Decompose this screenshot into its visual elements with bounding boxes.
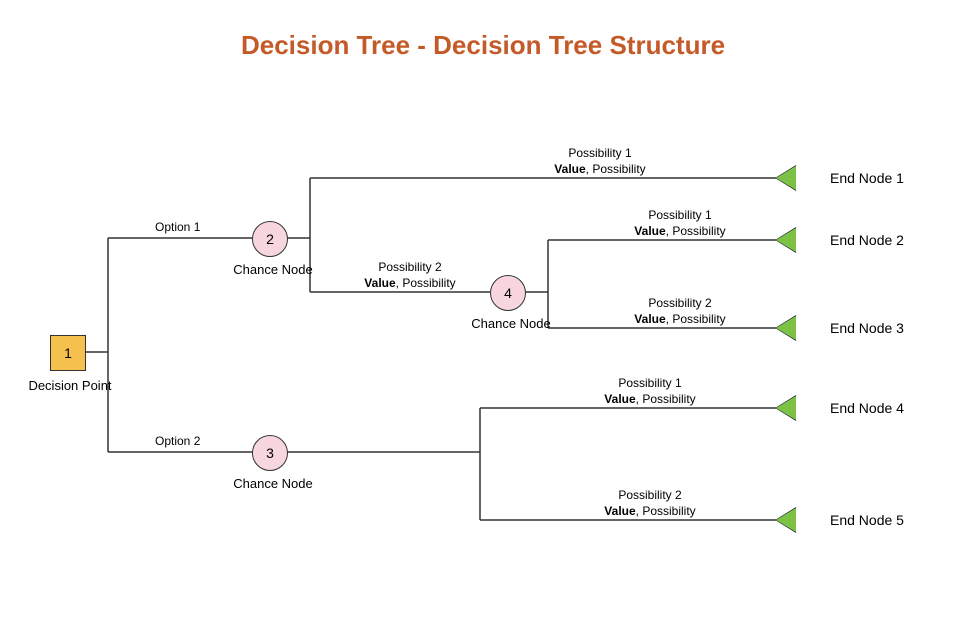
branch-n3-poss2: Possibility 2 Value, Possibility — [580, 488, 720, 519]
decision-node-label: Decision Point — [25, 378, 115, 393]
end-triangle-2 — [776, 228, 796, 252]
decision-node: 1 — [50, 335, 86, 371]
branch-n4-poss1: Possibility 1 Value, Possibility — [610, 208, 750, 239]
end-node-1-label: End Node 1 — [830, 170, 904, 186]
chance-node-2: 2 — [252, 221, 288, 257]
chance-node-3: 3 — [252, 435, 288, 471]
connector-lines — [0, 0, 966, 620]
chance-node-2-id: 2 — [266, 231, 274, 247]
end-triangle-1 — [776, 166, 796, 190]
end-triangle-5 — [776, 508, 796, 532]
option1-label: Option 1 — [155, 220, 200, 236]
chance-node-4-label: Chance Node — [466, 316, 556, 331]
branch-n3-poss1: Possibility 1 Value, Possibility — [580, 376, 720, 407]
option2-label: Option 2 — [155, 434, 200, 450]
branch-n2-poss2: Possibility 2 Value, Possibility — [340, 260, 480, 291]
branch-n2-poss1: Possibility 1 Value, Possibility — [530, 146, 670, 177]
end-node-2-label: End Node 2 — [830, 232, 904, 248]
branch-n4-poss2: Possibility 2 Value, Possibility — [610, 296, 750, 327]
end-node-4-label: End Node 4 — [830, 400, 904, 416]
chance-node-4: 4 — [490, 275, 526, 311]
decision-node-id: 1 — [64, 345, 72, 361]
end-node-3-label: End Node 3 — [830, 320, 904, 336]
chance-node-2-label: Chance Node — [228, 262, 318, 277]
chance-node-4-id: 4 — [504, 285, 512, 301]
end-triangle-3 — [776, 316, 796, 340]
chance-node-3-id: 3 — [266, 445, 274, 461]
chance-node-3-label: Chance Node — [228, 476, 318, 491]
page-title: Decision Tree - Decision Tree Structure — [0, 30, 966, 61]
end-triangle-4 — [776, 396, 796, 420]
end-node-5-label: End Node 5 — [830, 512, 904, 528]
